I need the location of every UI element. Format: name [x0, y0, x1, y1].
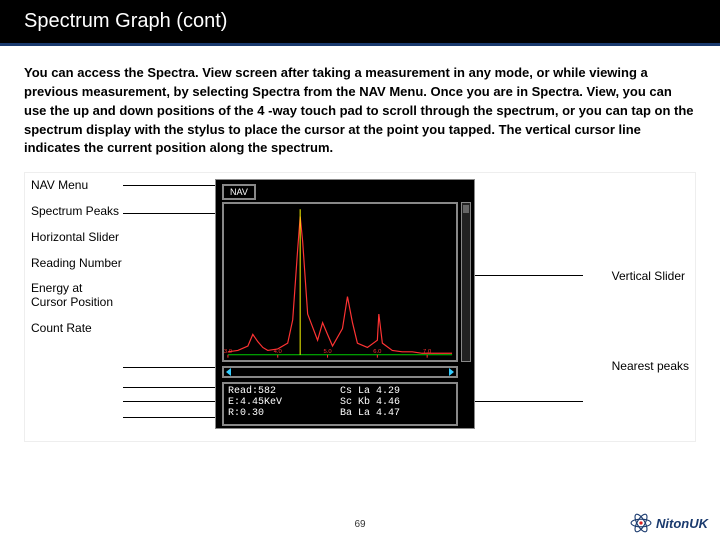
readout-reading-number: Read:582 — [228, 386, 340, 397]
leader-line — [123, 185, 215, 186]
chart-svg: 3.04.05.06.07.0 — [224, 204, 456, 360]
legend-spectrum-peaks: Spectrum Peaks — [31, 205, 122, 219]
svg-text:5.0: 5.0 — [323, 349, 332, 355]
legend-horizontal-slider: Horizontal Slider — [31, 231, 122, 245]
readout-right-col: Cs La 4.29 Sc Kb 4.46 Ba La 4.47 — [340, 386, 452, 422]
spectrum-chart[interactable]: 3.04.05.06.07.0 — [222, 202, 458, 362]
instruction-text: You can access the Spectra. View screen … — [0, 46, 720, 168]
readout-panel: Read:582 E:4.45KeV R:0.30 Cs La 4.29 Sc … — [222, 382, 458, 426]
legend-right: Vertical Slider Nearest peaks — [612, 269, 689, 449]
page-number: 69 — [354, 519, 365, 530]
legend-reading-number: Reading Number — [31, 257, 122, 271]
nav-button[interactable]: NAV — [222, 184, 256, 200]
readout-left-col: Read:582 E:4.45KeV R:0.30 — [228, 386, 340, 422]
legend-nav-menu: NAV Menu — [31, 179, 122, 193]
readout-peak-3: Ba La 4.47 — [340, 408, 452, 419]
legend-energy-at-cursor: Energy at Cursor Position — [31, 282, 122, 310]
logo-text: NitonUK — [656, 516, 708, 531]
readout-peak-2: Sc Kb 4.46 — [340, 397, 452, 408]
legend-left: NAV Menu Spectrum Peaks Horizontal Slide… — [31, 179, 122, 348]
device-screen: NAV 3.04.05.06.07.0 Read:582 E:4.45KeV R… — [215, 179, 475, 429]
leader-line — [123, 387, 215, 388]
vertical-slider[interactable] — [461, 202, 471, 362]
leader-line — [123, 417, 215, 418]
readout-peak-1: Cs La 4.29 — [340, 386, 452, 397]
leader-line — [123, 401, 215, 402]
legend-count-rate: Count Rate — [31, 322, 122, 336]
svg-text:6.0: 6.0 — [373, 349, 382, 355]
leader-line — [123, 367, 215, 368]
readout-energy: E:4.45KeV — [228, 397, 340, 408]
page-title: Spectrum Graph (cont) — [24, 10, 227, 32]
atom-icon — [630, 512, 652, 534]
horizontal-slider[interactable] — [222, 366, 458, 378]
readout-rate: R:0.30 — [228, 408, 340, 419]
brand-logo: NitonUK — [630, 512, 708, 534]
svg-text:7.0: 7.0 — [423, 349, 432, 355]
page-title-bar: Spectrum Graph (cont) — [0, 0, 720, 43]
leader-line — [457, 401, 583, 402]
figure: NAV Menu Spectrum Peaks Horizontal Slide… — [24, 172, 696, 442]
legend-vertical-slider: Vertical Slider — [612, 269, 689, 283]
legend-nearest-peaks: Nearest peaks — [612, 359, 689, 373]
slider-left-arrow-icon[interactable] — [226, 368, 231, 376]
leader-line — [473, 275, 583, 276]
slider-right-arrow-icon[interactable] — [449, 368, 454, 376]
